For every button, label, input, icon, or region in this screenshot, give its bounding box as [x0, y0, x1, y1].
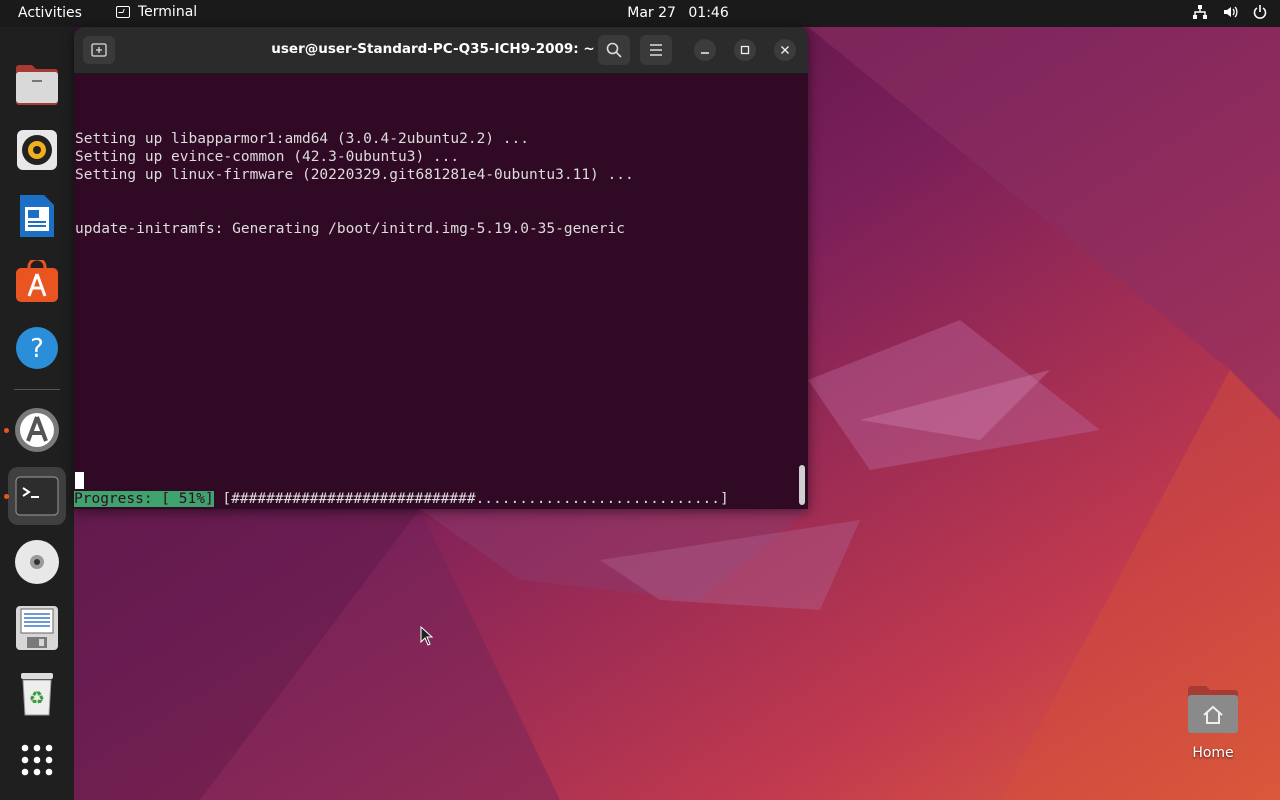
file-manager-icon[interactable]	[8, 55, 66, 113]
clock-date: Mar 27	[627, 5, 676, 21]
updater-icon[interactable]	[8, 401, 66, 459]
maximize-icon	[740, 45, 750, 55]
search-button[interactable]	[598, 35, 630, 65]
svg-text:?: ?	[30, 334, 44, 364]
home-folder-label: Home	[1192, 745, 1234, 761]
hamburger-menu-icon	[650, 44, 662, 56]
new-tab-button[interactable]	[83, 36, 115, 64]
network-icon[interactable]	[1192, 4, 1208, 20]
maximize-button[interactable]	[734, 39, 756, 61]
grid-icon[interactable]	[8, 731, 66, 789]
progress-line: Progress: [ 51%] [######################…	[74, 490, 729, 508]
document-icon[interactable]	[8, 187, 66, 245]
progress-bar: [############################...........…	[213, 491, 729, 507]
progress-label: Progress: [ 51%]	[74, 491, 214, 507]
clock-time: 01:46	[688, 5, 729, 21]
search-icon	[606, 42, 622, 58]
svg-text:♻: ♻	[29, 688, 45, 709]
menu-button[interactable]	[640, 35, 672, 65]
terminal-icon[interactable]	[8, 467, 66, 525]
minimize-icon	[701, 52, 709, 54]
cd-icon[interactable]	[8, 533, 66, 591]
clock[interactable]: Mar 27 01:46	[0, 5, 1280, 21]
system-status-area[interactable]	[1192, 4, 1268, 20]
volume-icon[interactable]	[1222, 4, 1238, 20]
home-folder-icon	[1188, 686, 1238, 733]
output-line: update-initramfs: Generating /boot/initr…	[75, 221, 625, 237]
dock-separator	[14, 389, 60, 390]
terminal-cursor	[75, 472, 84, 489]
close-button[interactable]	[774, 39, 796, 61]
terminal-header-bar[interactable]: user@user-Standard-PC-Q35-ICH9-2009: ~	[74, 27, 808, 74]
output-line: Setting up linux-firmware (20220329.git6…	[75, 167, 634, 183]
window-title: user@user-Standard-PC-Q35-ICH9-2009: ~	[271, 41, 595, 57]
output-line: Setting up evince-common (42.3-0ubuntu3)…	[75, 149, 460, 165]
mouse-pointer-icon	[420, 626, 434, 646]
minimize-button[interactable]	[694, 39, 716, 61]
power-icon[interactable]	[1252, 4, 1268, 20]
new-tab-icon	[91, 43, 107, 57]
help-icon[interactable]: ?	[8, 319, 66, 377]
top-bar: Activities Terminal Mar 27 01:46	[0, 0, 1280, 27]
shopping-bag-icon[interactable]	[8, 253, 66, 311]
recycle-bin-icon[interactable]: ♻	[8, 665, 66, 723]
terminal-output[interactable]: Setting up libapparmor1:amd64 (3.0.4-2ub…	[74, 74, 808, 509]
close-icon	[781, 46, 789, 54]
terminal-window[interactable]: user@user-Standard-PC-Q35-ICH9-2009: ~ S…	[74, 27, 808, 509]
desktop-home-folder[interactable]: Home	[1180, 683, 1246, 761]
floppy-icon[interactable]	[8, 599, 66, 657]
terminal-scrollbar[interactable]	[799, 465, 805, 505]
dock: ? ♻	[0, 27, 74, 800]
output-line: Setting up libapparmor1:amd64 (3.0.4-2ub…	[75, 131, 529, 147]
speaker-icon[interactable]	[8, 121, 66, 179]
